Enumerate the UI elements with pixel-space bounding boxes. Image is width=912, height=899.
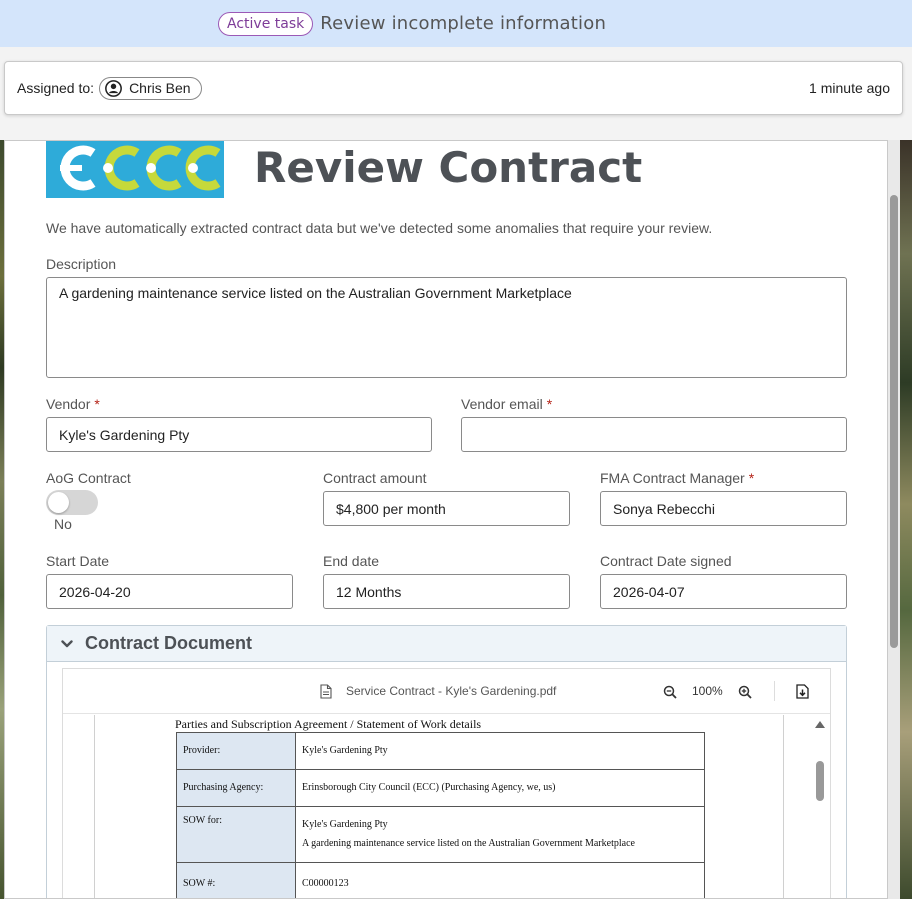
end-date-input[interactable]: 12 Months	[323, 574, 570, 609]
assignee-chip[interactable]: Chris Ben	[99, 76, 202, 100]
page-title: Review Contract	[254, 143, 643, 192]
contract-amount-input[interactable]: $4,800 per month	[323, 491, 570, 526]
pdf-table-value-multi: Kyle's Gardening Pty A gardening mainten…	[295, 806, 705, 863]
zoom-out-icon[interactable]	[663, 685, 677, 699]
pdf-table-row: SOW for: Kyle's Gardening Pty A gardenin…	[176, 806, 705, 863]
vendor-input[interactable]: Kyle's Gardening Pty	[46, 417, 432, 452]
date-signed-label: Contract Date signed	[600, 553, 732, 569]
active-task-badge: Active task	[218, 11, 314, 36]
contract-document-section: Contract Document Service Contract - Kyl…	[46, 625, 847, 898]
date-signed-input[interactable]: 2026-04-07	[600, 574, 847, 609]
pdf-table-value: C00000123	[295, 862, 705, 898]
pdf-toolbar: Service Contract - Kyle's Gardening.pdf …	[63, 669, 830, 714]
toolbar-divider	[774, 681, 775, 701]
fma-manager-label: FMA Contract Manager *	[600, 470, 754, 486]
task-header: Active task Review incomplete informatio…	[0, 0, 912, 47]
zoom-level: 100%	[692, 684, 723, 698]
vendor-email-input[interactable]	[461, 417, 847, 452]
contract-document-header[interactable]: Contract Document	[47, 626, 846, 662]
pdf-page: Parties and Subscription Agreement / Sta…	[94, 715, 784, 898]
scroll-up-arrow-icon[interactable]	[815, 721, 825, 728]
pdf-content-area[interactable]: Parties and Subscription Agreement / Sta…	[63, 715, 830, 898]
pdf-table-row: Purchasing Agency: Erinsborough City Cou…	[176, 769, 705, 807]
vendor-email-label-text: Vendor email	[461, 396, 543, 412]
vendor-label: Vendor *	[46, 396, 100, 412]
download-icon[interactable]	[796, 684, 809, 699]
pdf-table-value: Kyle's Gardening Pty	[295, 732, 705, 770]
fma-manager-required-marker: *	[748, 470, 755, 486]
pdf-table-value-line2: A gardening maintenance service listed o…	[302, 838, 635, 849]
pdf-table-key: Purchasing Agency:	[176, 769, 296, 807]
description-textarea[interactable]: A gardening maintenance service listed o…	[46, 277, 847, 378]
assignment-time: 1 minute ago	[809, 80, 890, 96]
vendor-label-text: Vendor	[46, 396, 91, 412]
aog-toggle-knob	[48, 492, 69, 513]
vendor-email-required-marker: *	[546, 396, 553, 412]
ecc-logo-graphic	[60, 145, 221, 191]
pdf-table-key: SOW for:	[176, 806, 296, 863]
pdf-table-row: Provider: Kyle's Gardening Pty	[176, 732, 705, 770]
task-title: Review incomplete information	[320, 13, 607, 34]
user-avatar-icon	[105, 79, 122, 97]
contract-document-title: Contract Document	[85, 633, 253, 653]
description-label-text: Description	[46, 256, 117, 272]
intro-text: We have automatically extracted contract…	[46, 220, 713, 236]
zoom-in-icon[interactable]	[738, 685, 752, 699]
assignee-name: Chris Ben	[129, 80, 191, 96]
end-date-label: End date	[323, 553, 380, 569]
pdf-table-value: Kyle's Gardening Pty	[302, 819, 388, 830]
contract-form: Review Contract We have automatically ex…	[4, 140, 888, 899]
aog-toggle-state: No	[54, 516, 72, 532]
pdf-scrollbar[interactable]	[785, 715, 830, 898]
start-date-label: Start Date	[46, 553, 110, 569]
form-scrollbar-thumb[interactable]	[890, 195, 898, 648]
fma-manager-input[interactable]: Sonya Rebecchi	[600, 491, 847, 526]
vendor-email-label: Vendor email *	[461, 396, 552, 412]
pdf-table-key: SOW #:	[176, 862, 296, 898]
assigned-to-label: Assigned to:	[17, 80, 95, 96]
aog-toggle[interactable]	[46, 490, 98, 515]
pdf-table-key: Provider:	[176, 732, 296, 770]
fma-manager-label-text: FMA Contract Manager	[600, 470, 745, 486]
aog-label: AoG Contract	[46, 470, 131, 486]
description-label: Description	[46, 256, 116, 272]
pdf-table-row: SOW #: C00000123	[176, 862, 705, 898]
pdf-viewer: Service Contract - Kyle's Gardening.pdf …	[62, 668, 831, 898]
pdf-section-heading: Parties and Subscription Agreement / Sta…	[175, 717, 482, 731]
pdf-details-table: Provider: Kyle's Gardening Pty Purchasin…	[176, 732, 705, 898]
contract-amount-label: Contract amount	[323, 470, 427, 486]
chevron-down-icon	[61, 639, 73, 647]
pdf-scroll-thumb[interactable]	[816, 761, 824, 801]
document-icon	[320, 684, 332, 699]
assignment-card: Assigned to: Chris Ben 1 minute ago	[4, 61, 903, 115]
vendor-required-marker: *	[94, 396, 100, 412]
ecc-logo	[46, 141, 224, 198]
pdf-table-value: Erinsborough City Council (ECC) (Purchas…	[295, 769, 705, 807]
pdf-file-name: Service Contract - Kyle's Gardening.pdf	[346, 684, 557, 698]
start-date-input[interactable]: 2026-04-20	[46, 574, 293, 609]
